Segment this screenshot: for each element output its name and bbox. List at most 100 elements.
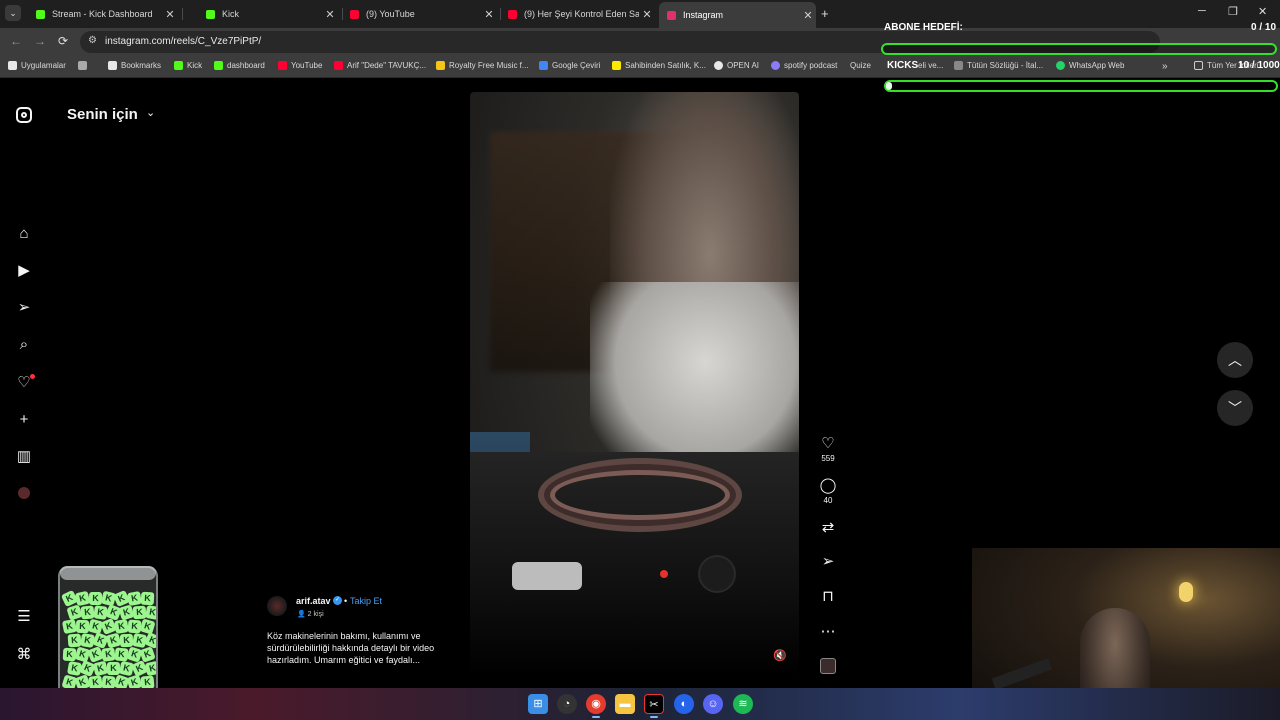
kick-token-icon: K: [67, 633, 82, 648]
star-icon: [108, 61, 117, 70]
bookmark-sahibinden[interactable]: Sahibinden Satılık, K...: [612, 61, 706, 70]
apps-icon[interactable]: ⌘: [14, 644, 34, 664]
forward-button[interactable]: →: [34, 34, 46, 48]
tab-kick[interactable]: Kick ✕: [198, 4, 338, 24]
tab-youtube[interactable]: (9) YouTube ✕: [342, 4, 497, 24]
search-icon[interactable]: ⌕: [14, 334, 34, 354]
chrome-icon[interactable]: ◉: [586, 694, 606, 714]
home-icon[interactable]: ⌂: [14, 223, 34, 243]
bookmark-dashboard[interactable]: dashboard: [214, 61, 265, 70]
more-options-button[interactable]: ⋯: [816, 622, 840, 640]
bookmarks-overflow-button[interactable]: »: [1162, 61, 1168, 72]
back-button[interactable]: ←: [10, 34, 22, 48]
webcam-lamp: [1179, 582, 1193, 602]
subscriber-goal-bar: [881, 43, 1277, 55]
bookmark-tutun-sozlugu[interactable]: Tütün Sözlüğü - İtal...: [954, 61, 1043, 70]
follow-button[interactable]: Takip Et: [350, 596, 382, 606]
tab-instagram[interactable]: Instagram ✕: [659, 2, 816, 28]
bookmark-royalty-free-music[interactable]: Royalty Free Music f...: [436, 61, 529, 70]
bookmark-google-ceviri[interactable]: Google Çeviri: [539, 61, 600, 70]
youtube-icon: [278, 61, 287, 70]
tab-youtube-video[interactable]: (9) Her Şeyi Kontrol Eden Saat ✕: [500, 4, 655, 24]
send-icon[interactable]: ➢: [14, 297, 34, 317]
kick-token-icon: K: [132, 605, 147, 620]
youtube-icon: [508, 9, 517, 19]
bookmark-bookmarks[interactable]: Bookmarks: [108, 61, 161, 70]
apps-icon[interactable]: [78, 61, 91, 70]
spotify-icon[interactable]: ≋: [733, 694, 753, 714]
kick-icon: [206, 9, 215, 19]
tab-stream-kick-dashboard[interactable]: Stream - Kick Dashboard ✕: [28, 4, 178, 24]
bookmark-label: Quize: [850, 61, 871, 70]
discord-icon[interactable]: ☺: [703, 694, 723, 714]
comment-icon: ◯: [819, 477, 837, 494]
bookmark-youtube[interactable]: YouTube: [278, 61, 322, 70]
reels-icon[interactable]: ▶: [14, 260, 34, 280]
triangle-icon: [436, 61, 445, 70]
next-reel-button[interactable]: ﹀: [1217, 390, 1253, 426]
like-button[interactable]: ♡ 559: [816, 434, 840, 463]
comment-button[interactable]: ◯ 40: [816, 476, 840, 505]
repost-button[interactable]: ⇄: [816, 518, 840, 536]
new-tab-button[interactable]: +: [821, 6, 829, 21]
instagram-logo-icon[interactable]: [16, 107, 32, 123]
folder-icon: [1194, 61, 1203, 70]
bookmark-quize[interactable]: Quize: [850, 61, 871, 70]
bookmark-label: eli ve...: [918, 61, 944, 70]
profile-icon[interactable]: [14, 483, 34, 503]
link-icon: [954, 61, 963, 70]
close-icon[interactable]: ✕: [800, 9, 816, 22]
kick-token-icon: K: [88, 591, 103, 606]
author-username[interactable]: arif.atav: [296, 596, 331, 606]
file-explorer-icon[interactable]: ▬: [615, 694, 635, 714]
app-icon[interactable]: ◔: [557, 694, 577, 714]
previous-reel-button[interactable]: ︿: [1217, 342, 1253, 378]
translate-icon: [539, 61, 548, 70]
create-icon[interactable]: +: [14, 409, 34, 429]
app-icon[interactable]: ◐: [674, 694, 694, 714]
send-icon: ➢: [821, 553, 835, 570]
close-icon[interactable]: ✕: [639, 8, 655, 21]
site-info-icon[interactable]: ⚙: [88, 35, 97, 46]
bookmark-whatsapp-web[interactable]: WhatsApp Web: [1056, 61, 1124, 70]
minimize-button[interactable]: ─: [1198, 5, 1206, 17]
post-caption[interactable]: Köz makinelerinin bakımı, kullanımı ve s…: [267, 630, 457, 666]
reel-video[interactable]: [470, 92, 799, 676]
close-icon[interactable]: ✕: [322, 8, 338, 21]
restore-button[interactable]: ❐: [1228, 5, 1238, 18]
author-avatar[interactable]: [267, 596, 287, 616]
notification-dot: [30, 374, 35, 379]
window-close-button[interactable]: ✕: [1258, 5, 1267, 18]
kick-token-icon: K: [114, 619, 129, 634]
comment-count: 40: [823, 496, 833, 505]
feed-title[interactable]: Senin için: [67, 106, 138, 123]
bookmark-uygulamalar[interactable]: Uygulamalar: [8, 61, 66, 70]
audio-avatar[interactable]: [820, 658, 836, 674]
save-button[interactable]: ⊓: [816, 587, 840, 605]
start-icon[interactable]: ⊞: [528, 694, 548, 714]
reload-button[interactable]: ⟳: [58, 34, 68, 48]
insights-icon[interactable]: ▥: [14, 446, 34, 466]
chevron-down-icon[interactable]: ⌄: [146, 106, 155, 119]
mute-icon[interactable]: 🔇: [773, 649, 787, 662]
bookmark-spotify-podcast[interactable]: spotify podcast: [771, 61, 837, 70]
bookmark-openai[interactable]: OPEN AI: [714, 61, 759, 70]
kick-token-icon: K: [80, 605, 95, 620]
capcut-icon[interactable]: ✂: [644, 694, 664, 714]
bookmark-kick[interactable]: Kick: [174, 61, 202, 70]
share-button[interactable]: ➢: [816, 552, 840, 570]
close-icon[interactable]: ✕: [481, 8, 497, 21]
tab-search-icon[interactable]: ⌄: [5, 5, 21, 21]
url-text[interactable]: instagram.com/reels/C_Vze7PiPtP/: [105, 36, 261, 47]
bookmark-label: Royalty Free Music f...: [449, 61, 529, 70]
bookmark-eli-ve[interactable]: eli ve...: [918, 61, 943, 70]
people-icon: 👤: [297, 611, 308, 618]
tab-divider: [182, 8, 183, 20]
menu-icon[interactable]: ☰: [14, 606, 34, 626]
close-icon[interactable]: ✕: [162, 8, 178, 21]
bookmark-arif-dede[interactable]: Arif "Dede" TAVUKÇ...: [334, 61, 426, 70]
people-count[interactable]: 👤 2 kişi: [297, 610, 324, 618]
more-icon: ⋯: [820, 623, 836, 640]
kick-token-icon: K: [75, 619, 90, 634]
tab-title: Stream - Kick Dashboard: [52, 9, 153, 19]
